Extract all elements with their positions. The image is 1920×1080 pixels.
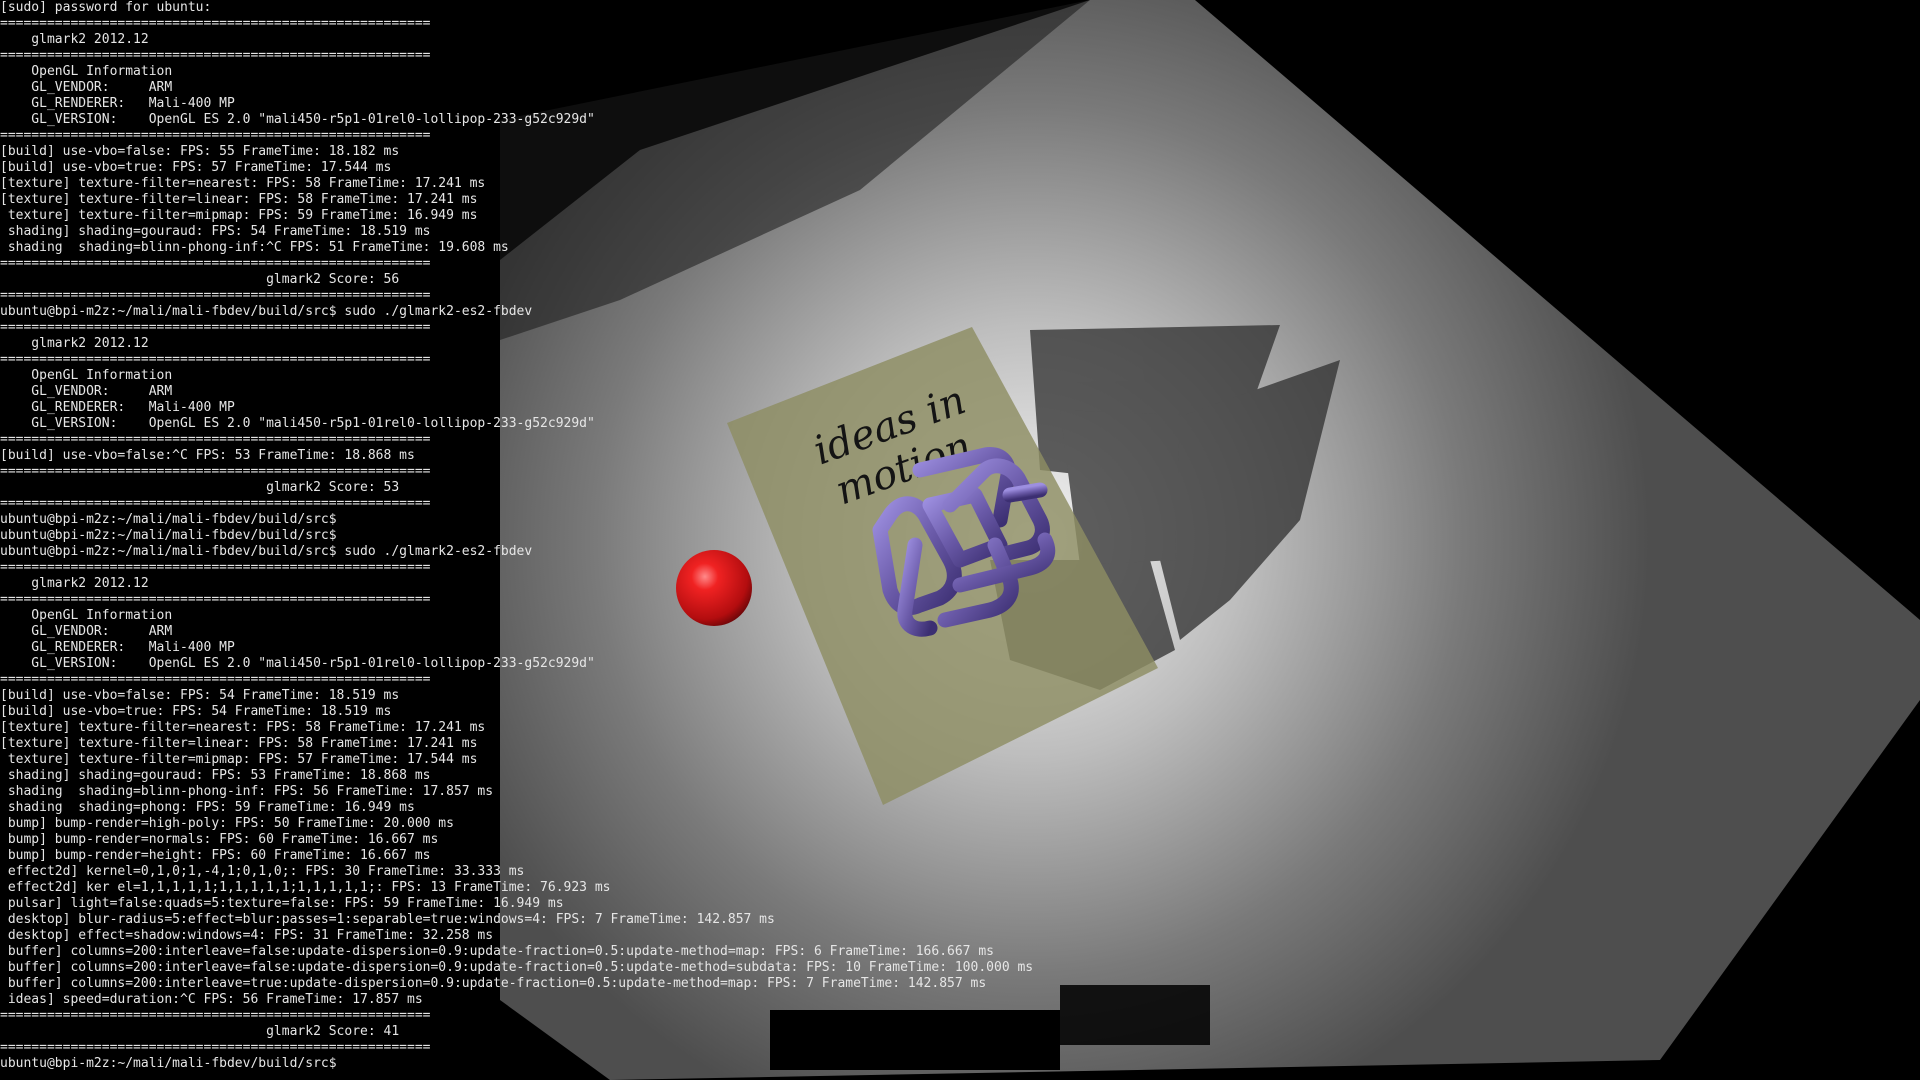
terminal-output: [sudo] password for ubuntu: =============… (0, 0, 1100, 1080)
terminal-line: ========================================… (0, 496, 431, 511)
terminal-line: desktop] blur-radius=5:effect=blur:passe… (0, 912, 775, 927)
terminal-line: [sudo] password for ubuntu: (0, 0, 212, 15)
terminal-line: [build] use-vbo=true: FPS: 54 FrameTime:… (0, 704, 392, 719)
terminal-line: ubuntu@bpi-m2z:~/mali/mali-fbdev/build/s… (0, 304, 533, 319)
terminal-line: shading shading=blinn-phong-inf: FPS: 56… (0, 784, 494, 799)
terminal-line: texture] texture-filter=mipmap: FPS: 59 … (0, 208, 478, 223)
terminal-line: GL_VERSION: OpenGL ES 2.0 "mali450-r5p1-… (0, 112, 595, 127)
terminal-line: [build] use-vbo=false: FPS: 54 FrameTime… (0, 688, 400, 703)
terminal-line: GL_RENDERER: Mali-400 MP (0, 400, 235, 415)
terminal-line: pulsar] light=false:quads=5:texture=fals… (0, 896, 564, 911)
terminal-line: desktop] effect=shadow:windows=4: FPS: 3… (0, 928, 494, 943)
terminal-line: glmark2 2012.12 (0, 576, 149, 591)
terminal-line: ========================================… (0, 48, 431, 63)
terminal-line: ========================================… (0, 288, 431, 303)
terminal-line: GL_VENDOR: ARM (0, 80, 173, 95)
terminal-line: ========================================… (0, 672, 431, 687)
terminal-line: glmark2 Score: 53 (0, 480, 400, 495)
terminal-line: ========================================… (0, 560, 431, 575)
terminal-line: [build] use-vbo=false: FPS: 55 FrameTime… (0, 144, 400, 159)
terminal-line: bump] bump-render=normals: FPS: 60 Frame… (0, 832, 439, 847)
terminal-line: glmark2 Score: 41 (0, 1024, 400, 1039)
terminal-line: glmark2 Score: 56 (0, 272, 400, 287)
terminal-line: [texture] texture-filter=nearest: FPS: 5… (0, 176, 486, 191)
terminal-line: effect2d] kernel=0,1,0;1,-4,1;0,1,0;: FP… (0, 864, 525, 879)
terminal-line: [build] use-vbo=false:^C FPS: 53 FrameTi… (0, 448, 415, 463)
terminal-line: ========================================… (0, 320, 431, 335)
terminal-line: ========================================… (0, 1008, 431, 1023)
terminal-line: ========================================… (0, 464, 431, 479)
terminal-line: [texture] texture-filter=linear: FPS: 58… (0, 192, 478, 207)
terminal-line: GL_VENDOR: ARM (0, 384, 173, 399)
terminal-line: buffer] columns=200:interleave=true:upda… (0, 976, 987, 991)
terminal-line: ========================================… (0, 256, 431, 271)
terminal-line: shading] shading=gouraud: FPS: 54 FrameT… (0, 224, 431, 239)
terminal-line: ========================================… (0, 352, 431, 367)
terminal-line: ubuntu@bpi-m2z:~/mali/mali-fbdev/build/s… (0, 544, 533, 559)
terminal-line: shading shading=phong: FPS: 59 FrameTime… (0, 800, 415, 815)
terminal-line: GL_RENDERER: Mali-400 MP (0, 640, 235, 655)
terminal-line: buffer] columns=200:interleave=false:upd… (0, 960, 1034, 975)
terminal-line: [texture] texture-filter=linear: FPS: 58… (0, 736, 478, 751)
terminal-line: ========================================… (0, 128, 431, 143)
terminal-line: glmark2 2012.12 (0, 336, 149, 351)
terminal-line: GL_VERSION: OpenGL ES 2.0 "mali450-r5p1-… (0, 656, 595, 671)
terminal-line: buffer] columns=200:interleave=false:upd… (0, 944, 994, 959)
terminal-line: shading] shading=gouraud: FPS: 53 FrameT… (0, 768, 431, 783)
terminal-line: texture] texture-filter=mipmap: FPS: 57 … (0, 752, 478, 767)
terminal-line: ========================================… (0, 432, 431, 447)
terminal-line: bump] bump-render=high-poly: FPS: 50 Fra… (0, 816, 454, 831)
terminal-line: ========================================… (0, 16, 431, 31)
terminal-line: ideas] speed=duration:^C FPS: 56 FrameTi… (0, 992, 423, 1007)
terminal-line: ubuntu@bpi-m2z:~/mali/mali-fbdev/build/s… (0, 1056, 337, 1071)
terminal-line: OpenGL Information (0, 608, 173, 623)
terminal-line: OpenGL Information (0, 64, 173, 79)
terminal-line: effect2d] ker el=1,1,1,1,1;1,1,1,1,1;1,1… (0, 880, 611, 895)
terminal-line: GL_VERSION: OpenGL ES 2.0 "mali450-r5p1-… (0, 416, 595, 431)
terminal-line: GL_VENDOR: ARM (0, 624, 173, 639)
terminal-line: glmark2 2012.12 (0, 32, 149, 47)
terminal-line: [texture] texture-filter=nearest: FPS: 5… (0, 720, 486, 735)
terminal-line: [build] use-vbo=true: FPS: 57 FrameTime:… (0, 160, 392, 175)
terminal-line: ubuntu@bpi-m2z:~/mali/mali-fbdev/build/s… (0, 512, 337, 527)
terminal-line: ubuntu@bpi-m2z:~/mali/mali-fbdev/build/s… (0, 528, 337, 543)
terminal-line: shading shading=blinn-phong-inf:^C FPS: … (0, 240, 509, 255)
terminal-line: OpenGL Information (0, 368, 173, 383)
terminal-line: GL_RENDERER: Mali-400 MP (0, 96, 235, 111)
terminal-line: ========================================… (0, 592, 431, 607)
terminal-line: ========================================… (0, 1040, 431, 1055)
terminal-line: bump] bump-render=height: FPS: 60 FrameT… (0, 848, 431, 863)
